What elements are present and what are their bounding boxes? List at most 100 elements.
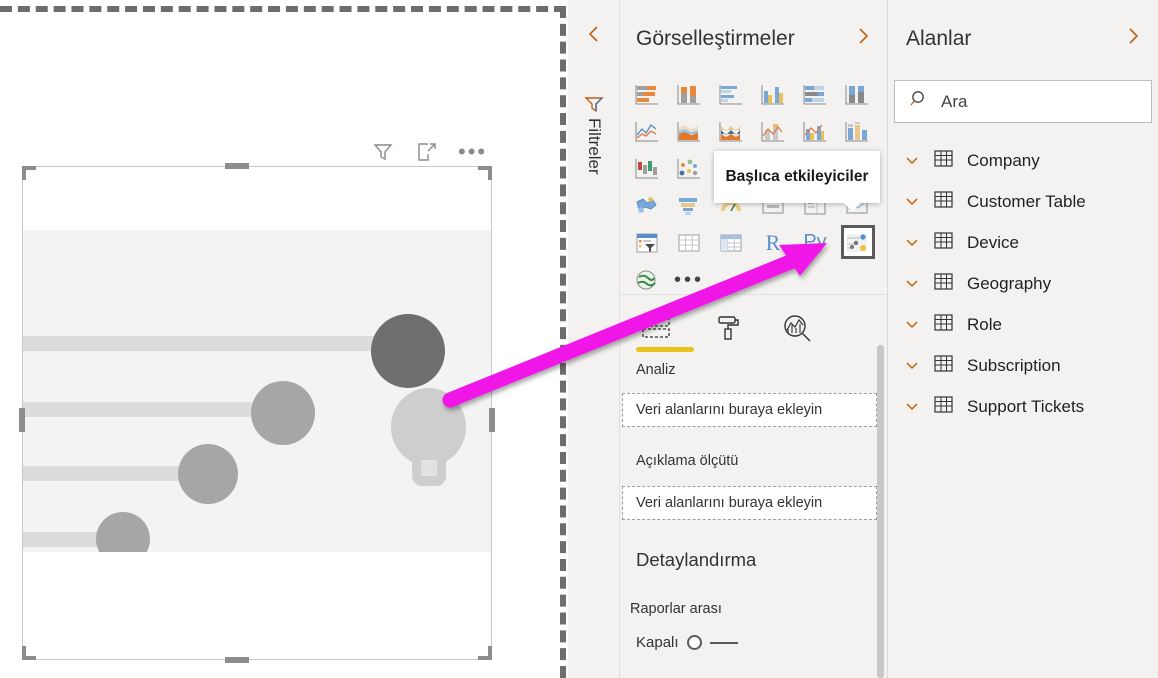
clustered-column-chart-icon[interactable] <box>752 76 794 113</box>
placeholder-bar <box>23 402 255 417</box>
line-chart-icon[interactable] <box>626 113 668 150</box>
fields-well-icon[interactable] <box>636 310 694 352</box>
more-visuals-ellipsis[interactable]: ••• <box>668 261 710 298</box>
active-tab-underline <box>636 347 694 352</box>
search-magnifier-icon <box>909 89 929 114</box>
fields-pane-header: Alanlar <box>888 16 1158 62</box>
100-stacked-column-chart-icon[interactable] <box>836 76 878 113</box>
cross-report-label: Raporlar arası <box>630 601 722 617</box>
table-icon <box>934 190 953 213</box>
placeholder-bubble <box>96 512 150 552</box>
field-table-row[interactable]: Company <box>888 140 1158 181</box>
toggle-knob[interactable] <box>686 635 702 650</box>
fields-table-list[interactable]: Company Customer Table Device Geography … <box>888 140 1158 427</box>
table-visual-icon[interactable] <box>668 224 710 261</box>
report-canvas[interactable]: ••• <box>0 0 568 678</box>
field-table-row[interactable]: Subscription <box>888 345 1158 386</box>
100-stacked-bar-chart-icon[interactable] <box>794 76 836 113</box>
scatter-chart-icon[interactable] <box>668 150 710 187</box>
field-table-row[interactable]: Geography <box>888 263 1158 304</box>
resize-handle-left[interactable] <box>19 408 25 432</box>
chevron-down-icon[interactable] <box>904 279 920 289</box>
canvas-dashed-edge-top <box>0 6 566 12</box>
chevron-down-icon[interactable] <box>904 197 920 207</box>
line-and-clustered-column-chart-icon[interactable] <box>794 113 836 150</box>
search-placeholder: Ara <box>941 91 968 111</box>
cross-report-toggle[interactable]: Kapalı <box>636 634 738 651</box>
chevron-right-icon[interactable] <box>1126 26 1140 52</box>
focus-mode-icon[interactable] <box>414 139 440 165</box>
placeholder-bar <box>23 532 103 547</box>
table-icon <box>934 354 953 377</box>
chevron-left-icon[interactable] <box>582 22 606 46</box>
filled-map-chart-icon[interactable] <box>626 187 668 224</box>
fields-title: Alanlar <box>906 27 972 50</box>
more-options-ellipsis[interactable]: ••• <box>458 141 487 163</box>
visualizations-title: Görselleştirmeler <box>636 27 795 50</box>
toggle-state-label: Kapalı <box>636 634 679 651</box>
table-name: Support Tickets <box>967 396 1085 416</box>
table-name: Subscription <box>967 355 1061 375</box>
well-label-analiz: Analiz <box>636 362 676 378</box>
filter-funnel-icon[interactable] <box>582 92 606 116</box>
placeholder-bubble <box>178 444 238 504</box>
line-and-stacked-column-chart-icon[interactable] <box>752 113 794 150</box>
slicer-visual-icon[interactable] <box>626 224 668 261</box>
visualizations-scrollbar[interactable] <box>877 345 884 678</box>
stacked-bar-chart-icon[interactable] <box>626 76 668 113</box>
area-chart-icon[interactable] <box>668 113 710 150</box>
matrix-visual-icon[interactable] <box>710 224 752 261</box>
stacked-column-chart-icon[interactable] <box>668 76 710 113</box>
resize-handle-top[interactable] <box>225 163 249 169</box>
table-icon <box>934 395 953 418</box>
canvas-dashed-edge-right <box>560 6 566 678</box>
clustered-bar-chart-icon[interactable] <box>710 76 752 113</box>
selected-visual[interactable] <box>19 163 495 663</box>
chevron-down-icon[interactable] <box>904 320 920 330</box>
stacked-area-chart-icon[interactable] <box>710 113 752 150</box>
key-influencers-placeholder <box>23 230 491 552</box>
table-name: Geography <box>967 273 1052 293</box>
tooltip-tail <box>843 202 861 211</box>
key-influencers-visual-icon[interactable] <box>836 224 878 261</box>
toggle-track <box>709 641 738 644</box>
filter-funnel-icon[interactable] <box>370 139 396 165</box>
visualizations-tab-bar[interactable] <box>636 305 818 352</box>
table-name: Device <box>967 232 1019 252</box>
chevron-down-icon[interactable] <box>904 361 920 371</box>
arcgis-maps-visual-icon[interactable] <box>626 261 668 298</box>
chevron-right-icon[interactable] <box>856 26 870 52</box>
lightbulb-filament-icon <box>421 460 437 476</box>
ribbon-chart-icon[interactable] <box>836 113 878 150</box>
chevron-down-icon[interactable] <box>904 238 920 248</box>
paint-roller-icon[interactable] <box>709 310 745 346</box>
chevron-down-icon[interactable] <box>904 156 920 166</box>
table-icon <box>934 149 953 172</box>
field-table-row[interactable]: Role <box>888 304 1158 345</box>
placeholder-bar <box>23 466 186 481</box>
funnel-chart-icon[interactable] <box>668 187 710 224</box>
field-table-row[interactable]: Customer Table <box>888 181 1158 222</box>
waterfall-chart-icon[interactable] <box>626 150 668 187</box>
resize-handle-bottom[interactable] <box>225 657 249 663</box>
filters-pane-collapsed[interactable]: Filtreler <box>568 0 620 678</box>
table-name: Role <box>967 314 1002 334</box>
field-table-row[interactable]: Device <box>888 222 1158 263</box>
python-script-visual-icon[interactable]: Py <box>794 224 836 261</box>
visual-header-toolbar[interactable]: ••• <box>370 136 490 168</box>
well-drop-analiz[interactable]: Veri alanlarını buraya ekleyin <box>622 393 877 427</box>
placeholder-bar <box>23 336 378 351</box>
visual-type-tooltip: Başlıca etkileyiciler <box>714 151 880 203</box>
drillthrough-title: Detaylandırma <box>636 549 757 570</box>
well-drop-aciklama-olcutu[interactable]: Veri alanlarını buraya ekleyin <box>622 486 877 520</box>
table-icon <box>934 272 953 295</box>
r-script-visual-icon[interactable]: R <box>752 224 794 261</box>
analytics-magnifier-icon[interactable] <box>780 310 816 346</box>
table-icon <box>934 313 953 336</box>
field-table-row[interactable]: Support Tickets <box>888 386 1158 427</box>
table-name: Company <box>967 150 1040 170</box>
table-icon <box>934 231 953 254</box>
fields-search-input[interactable]: Ara <box>894 80 1152 123</box>
chevron-down-icon[interactable] <box>904 402 920 412</box>
resize-handle-right[interactable] <box>489 408 495 432</box>
